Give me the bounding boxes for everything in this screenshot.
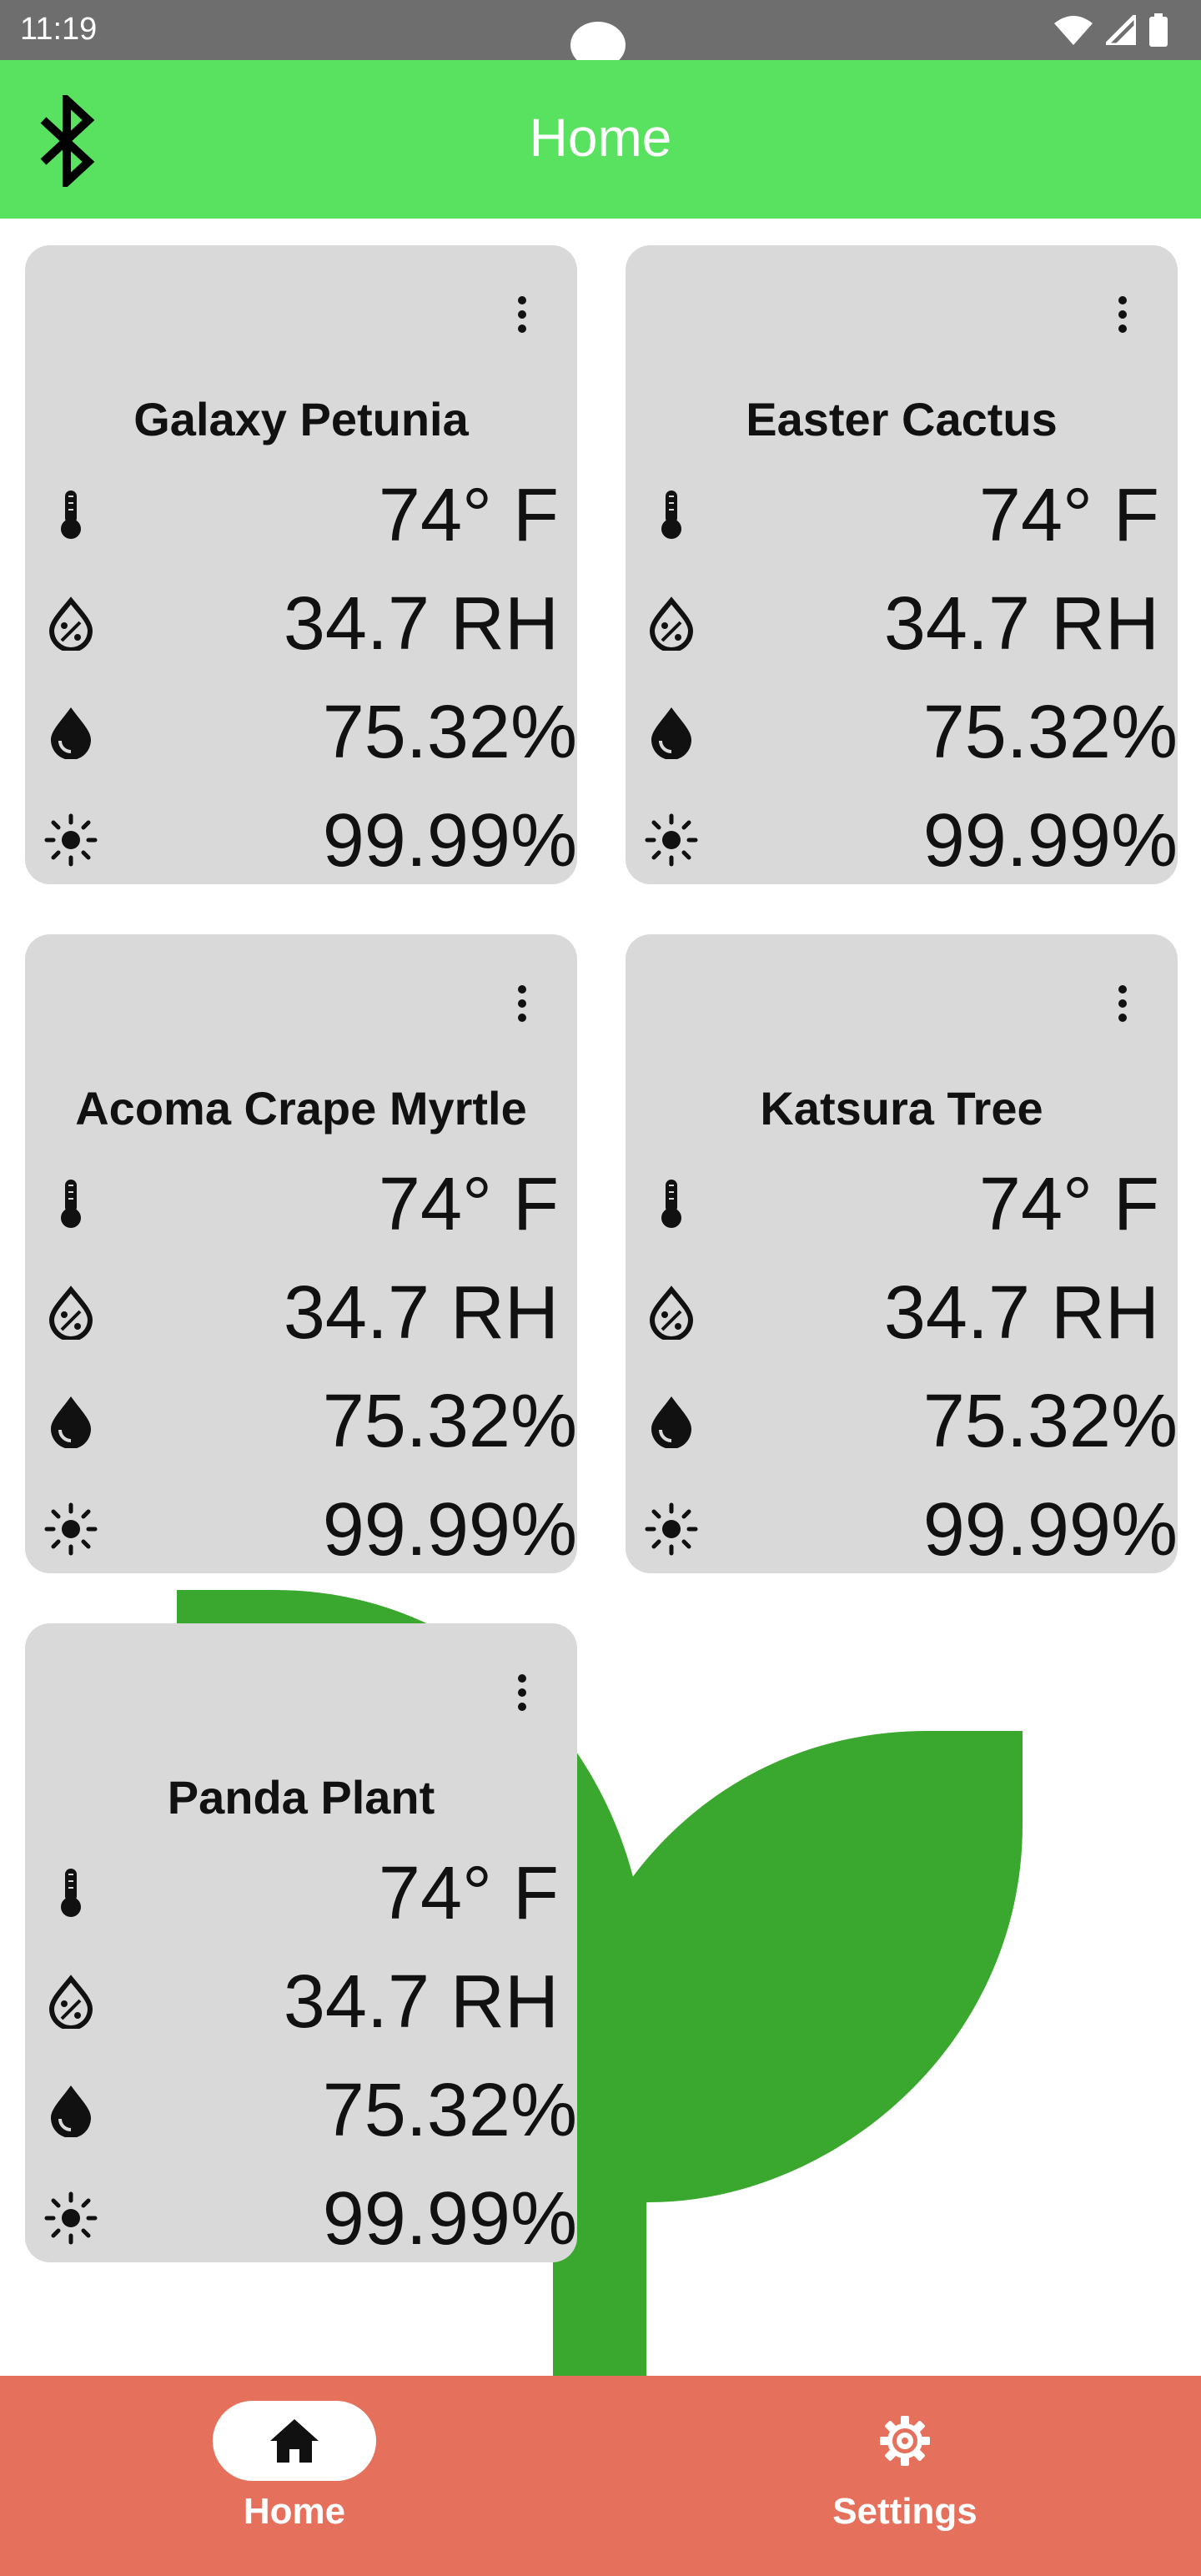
light-value: 99.99% <box>322 799 577 883</box>
plant-name: Easter Cactus <box>746 393 1058 445</box>
nav-icon-container <box>823 2401 987 2481</box>
light-value: 99.99% <box>322 2177 577 2261</box>
light-value: 99.99% <box>322 1488 577 1572</box>
humidity-percent-icon <box>48 596 93 651</box>
light-row: 99.99% <box>25 1483 577 1575</box>
light-row: 99.99% <box>626 1483 1178 1575</box>
humidity-value: 34.7 RH <box>883 582 1159 666</box>
humidity-row: 34.7 RH <box>626 577 1178 669</box>
moisture-value: 75.32% <box>322 2069 577 2152</box>
wifi-icon <box>1054 16 1093 45</box>
plant-card[interactable]: Galaxy Petunia 74° F 34.7 RH 75.32% 99.9… <box>25 245 577 884</box>
thermometer-icon <box>661 491 681 539</box>
plant-card[interactable]: Easter Cactus 74° F 34.7 RH 75.32% 99.99… <box>626 245 1178 884</box>
nav-item-settings[interactable]: Settings <box>780 2401 1030 2551</box>
status-time: 11:19 <box>20 12 98 47</box>
temperature-row: 74° F <box>25 469 577 561</box>
more-options-icon[interactable] <box>505 974 539 1033</box>
humidity-value: 34.7 RH <box>283 1271 559 1355</box>
humidity-percent-icon <box>48 1285 93 1340</box>
nav-active-indicator <box>213 2401 376 2481</box>
page-title: Home <box>529 108 672 168</box>
water-drop-icon <box>651 707 691 759</box>
moisture-row: 75.32% <box>25 2064 577 2156</box>
light-value: 99.99% <box>922 799 1178 883</box>
temperature-value: 74° F <box>378 1163 559 1246</box>
humidity-percent-icon <box>48 1975 93 2029</box>
light-row: 99.99% <box>25 794 577 886</box>
home-icon <box>270 2419 319 2463</box>
thermometer-icon <box>61 1869 81 1917</box>
moisture-row: 75.32% <box>25 686 577 777</box>
nav-item-home[interactable]: Home <box>169 2401 420 2551</box>
temperature-value: 74° F <box>978 474 1159 557</box>
humidity-percent-icon <box>649 1285 694 1340</box>
sun-icon <box>44 813 98 867</box>
temperature-row: 74° F <box>626 469 1178 561</box>
more-options-icon[interactable] <box>1106 974 1139 1033</box>
water-drop-icon <box>651 1396 691 1448</box>
more-options-icon[interactable] <box>505 1663 539 1722</box>
plant-card[interactable]: Acoma Crape Myrtle 74° F 34.7 RH 75.32% … <box>25 934 577 1573</box>
light-row: 99.99% <box>25 2172 577 2264</box>
nav-label-settings: Settings <box>832 2491 977 2532</box>
app-bar: Home <box>0 60 1201 219</box>
moisture-row: 75.32% <box>25 1375 577 1467</box>
cellular-signal-icon <box>1106 15 1136 45</box>
water-drop-icon <box>51 1396 91 1448</box>
battery-icon <box>1149 13 1168 47</box>
temperature-row: 74° F <box>25 1158 577 1250</box>
thermometer-icon <box>61 491 81 539</box>
bottom-navigation: Home Settings <box>0 2376 1201 2576</box>
plant-name: Katsura Tree <box>760 1082 1043 1135</box>
sun-icon <box>645 813 698 867</box>
status-bar: 11:19 <box>0 0 1201 68</box>
temperature-row: 74° F <box>25 1847 577 1939</box>
temperature-value: 74° F <box>378 474 559 557</box>
thermometer-icon <box>661 1180 681 1228</box>
humidity-row: 34.7 RH <box>25 1955 577 2047</box>
plant-card[interactable]: Panda Plant 74° F 34.7 RH 75.32% 99.99% <box>25 1623 577 2262</box>
moisture-row: 75.32% <box>626 1375 1178 1467</box>
plant-name: Acoma Crape Myrtle <box>75 1082 527 1135</box>
moisture-value: 75.32% <box>922 1380 1178 1463</box>
humidity-percent-icon <box>649 596 694 651</box>
humidity-row: 34.7 RH <box>626 1266 1178 1358</box>
sun-icon <box>44 2191 98 2245</box>
thermometer-icon <box>61 1180 81 1228</box>
humidity-row: 34.7 RH <box>25 1266 577 1358</box>
moisture-value: 75.32% <box>322 1380 577 1463</box>
moisture-row: 75.32% <box>626 686 1178 777</box>
more-options-icon[interactable] <box>1106 285 1139 344</box>
water-drop-icon <box>51 707 91 759</box>
temperature-row: 74° F <box>626 1158 1178 1250</box>
plant-name: Panda Plant <box>167 1771 435 1824</box>
nav-label-home: Home <box>243 2491 346 2532</box>
light-row: 99.99% <box>626 794 1178 886</box>
more-options-icon[interactable] <box>505 285 539 344</box>
sun-icon <box>645 1502 698 1556</box>
light-value: 99.99% <box>922 1488 1178 1572</box>
plant-name: Galaxy Petunia <box>133 393 469 445</box>
sun-icon <box>44 1502 98 1556</box>
moisture-value: 75.32% <box>922 691 1178 774</box>
gear-icon <box>880 2416 930 2466</box>
water-drop-icon <box>51 2085 91 2137</box>
plant-card[interactable]: Katsura Tree 74° F 34.7 RH 75.32% 99.99% <box>626 934 1178 1573</box>
temperature-value: 74° F <box>978 1163 1159 1246</box>
humidity-value: 34.7 RH <box>283 582 559 666</box>
temperature-value: 74° F <box>378 1852 559 1935</box>
humidity-row: 34.7 RH <box>25 577 577 669</box>
status-icons <box>1054 13 1168 47</box>
moisture-value: 75.32% <box>322 691 577 774</box>
humidity-value: 34.7 RH <box>883 1271 1159 1355</box>
humidity-value: 34.7 RH <box>283 1960 559 2044</box>
